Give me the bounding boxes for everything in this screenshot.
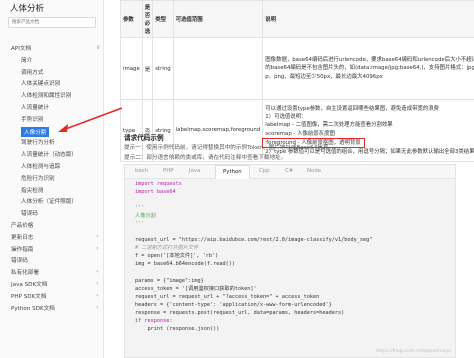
param-desc: 图像数据，base64编码后进行urlencode，要求base64编码和url… (262, 37, 474, 100)
chevron-right-icon[interactable]: › (96, 245, 98, 252)
param-range (172, 37, 264, 100)
tab-csharp[interactable]: C# (285, 168, 293, 174)
header-desc: 说明 (262, 0, 474, 38)
sidebar-item[interactable]: API文档 (11, 44, 31, 52)
table-header-row: 参数 是否必选 类型 可选值范围 说明 (120, 0, 474, 38)
chevron-right-icon[interactable]: › (96, 304, 98, 311)
chevron-right-icon[interactable]: › (96, 292, 98, 299)
code-line: print (response.json()) (135, 325, 220, 332)
sidebar-item[interactable]: 人体关键点识别 (21, 79, 60, 87)
tab-php[interactable]: PHP (163, 168, 174, 174)
sidebar-item[interactable]: 简介 (21, 56, 32, 64)
code-line: ''' (135, 221, 145, 228)
code-line: params = {"image":img} (135, 277, 204, 284)
search-input[interactable] (8, 17, 96, 28)
code-block: import requests import base64 ''' 人像分割 ''' re… (135, 180, 372, 333)
sidebar-item[interactable]: 人体分析（证件照版） (21, 197, 77, 205)
param-desc: 可以通过设置type参数，自主设置返回哪些结果图，避免造成带宽的浪费 1）可选值… (262, 99, 474, 162)
desc-line: p、png，最短边至少50px，最长边最大4096px (265, 73, 383, 80)
sidebar-item[interactable]: 手势识别 (21, 115, 43, 123)
sidebar-item[interactable]: Java SDK文档 (11, 280, 47, 288)
code-panel: bash PHP Java Python Cpp C# Node import … (124, 164, 456, 358)
code-line: f = open('[本地文件]', 'rb') (135, 253, 219, 260)
chevron-right-icon[interactable]: › (96, 280, 98, 287)
code-line: access_token = '[调用鉴权接口获取的token]' (135, 285, 257, 292)
sidebar-item[interactable]: 更新日志 (11, 233, 33, 241)
header-range: 可选值范围 (172, 0, 264, 38)
desc-line: labelmap - 二值图像，需二次处理方能查看分割效果 (265, 122, 393, 129)
desc-line: 的base64编码是不包含图片头的，如(data:image/jpg;base6… (265, 65, 474, 72)
sidebar-item[interactable]: 人体检测和属性识别 (21, 91, 71, 99)
header-required: 是否必选 (141, 0, 154, 38)
sidebar-item[interactable]: 错误码 (21, 209, 38, 217)
code-line: img = base64.b64encode(f.read()) (135, 261, 235, 268)
code-line: import requests (135, 181, 182, 187)
sidebar-item[interactable]: 产品价格 (11, 221, 33, 229)
code-line: ''' (135, 205, 145, 212)
sidebar-item[interactable]: PHP SDK文档 (11, 292, 46, 300)
table-row: image 是 string 图像数据，base64编码后进行urlencode… (120, 37, 474, 100)
desc-line: 图像数据，base64编码后进行urlencode，要求base64编码和url… (265, 57, 474, 64)
chevron-right-icon[interactable]: › (96, 233, 98, 240)
desc-line: 可以通过设置type参数，自主设置返回哪些结果图，避免造成带宽的浪费 (265, 105, 440, 112)
sidebar-item[interactable]: 错误码 (11, 256, 28, 264)
watermark: https://blog.csdn.net/qqianmoye (376, 349, 451, 354)
tab-cpp[interactable]: Cpp (259, 168, 270, 174)
sidebar-item[interactable]: Python SDK文档 (11, 304, 55, 312)
param-type: string (152, 37, 174, 100)
main-content: 参数 是否必选 类型 可选值范围 说明 image 是 string 图像数据，… (104, 0, 474, 358)
code-tabs: bash PHP Java Python Cpp C# Node (125, 165, 455, 179)
range-value: labelmap,scoremap,foreground (175, 127, 261, 134)
sidebar-item[interactable]: 调用方式 (21, 68, 43, 76)
sidebar: 人体分析 API文档 ∨ 简介调用方式人体关键点识别人体检测和属性识别人流量统计手势… (0, 0, 104, 358)
header-param: 参数 (120, 0, 143, 38)
section-title: 请求代码示例 (124, 134, 164, 142)
sidebar-item-active[interactable]: 人像分割 (21, 126, 50, 137)
tab-python[interactable]: Python (215, 165, 250, 179)
code-line: if response: (135, 317, 173, 324)
sidebar-item[interactable]: 危险行为识别 (21, 174, 55, 182)
chevron-right-icon[interactable]: › (96, 268, 98, 275)
hint-one: 提示一：使用示例代码前，请记得替换其中的示例Token、图片地址或Base64信… (124, 145, 335, 151)
code-line: import base64 (135, 189, 176, 196)
sidebar-item[interactable]: 指尖检测 (21, 186, 43, 194)
desc-line: 1）可选值说明： (265, 114, 307, 121)
param-table: 参数 是否必选 类型 可选值范围 说明 image 是 string 图像数据，… (120, 0, 474, 162)
sidebar-item[interactable]: 私有化部署 (11, 268, 39, 276)
code-line: request_url = "https://aip.baidubce.com/… (135, 237, 373, 244)
param-name: image (120, 37, 143, 100)
tab-java[interactable]: Java (189, 168, 200, 174)
sidebar-item[interactable]: 驾驶行为分析 (21, 138, 55, 146)
sidebar-item[interactable]: 操作指南 (11, 245, 33, 253)
hint-two: 提示二：部分语言依赖的类或库，请在代码注释中查看下载地址。 (124, 155, 287, 161)
header-type: 类型 (152, 0, 174, 38)
desc-line: scoremap - 人像前景灰度图 (265, 130, 335, 137)
chevron-down-icon[interactable]: ∨ (96, 44, 100, 51)
tab-bash[interactable]: bash (135, 168, 148, 174)
sidebar-title: 人体分析 (10, 4, 45, 14)
param-required: 是 (141, 37, 154, 100)
code-line: 人像分割 (135, 213, 156, 220)
code-line: request_url = request_url + "?access_tok… (135, 293, 320, 300)
tab-node[interactable]: Node (307, 168, 321, 174)
code-line: # 二进制方式打开图片文件 (135, 245, 199, 252)
code-line: headers = {'content-type': 'application/… (135, 301, 332, 308)
sidebar-item[interactable]: 人流量统计 (21, 103, 49, 111)
sidebar-item[interactable]: 人体检测与追踪 (21, 162, 60, 170)
code-line: response = requests.post(request_url, da… (135, 309, 345, 316)
sidebar-item[interactable]: 人流量统计（动态版） (21, 150, 77, 158)
